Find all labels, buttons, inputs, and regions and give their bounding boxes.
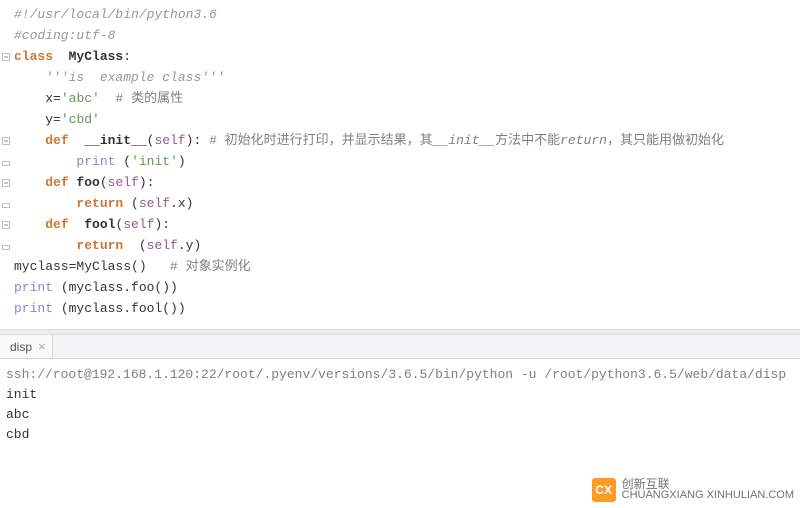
comment-instantiate: # 对象实例化 [147, 259, 251, 274]
method-fool: fool [69, 217, 116, 232]
fold-icon[interactable] [0, 221, 12, 229]
keyword-def: def [45, 133, 68, 148]
watermark-en: CHUANGXIANG XINHULIAN.COM [622, 490, 794, 501]
ssh-line: ssh://root@192.168.1.120:22/root/.pyenv/… [6, 365, 794, 385]
fold-icon[interactable] [0, 137, 12, 145]
keyword-class: class [14, 49, 53, 64]
tab-disp[interactable]: disp × [0, 335, 53, 358]
output-line: cbd [6, 425, 794, 445]
watermark-zh: 创新互联 [622, 479, 794, 490]
end-icon [0, 200, 12, 208]
end-icon [0, 158, 12, 166]
close-icon[interactable]: × [38, 339, 46, 354]
comment-class-attr: # 类的属性 [100, 91, 183, 106]
console-output: ssh://root@192.168.1.120:22/root/.pyenv/… [0, 359, 800, 451]
output-line: abc [6, 405, 794, 425]
method-init: __init__ [69, 133, 147, 148]
coding-comment: #coding:utf-8 [14, 28, 115, 43]
class-name: MyClass [53, 49, 123, 64]
fold-icon[interactable] [0, 179, 12, 187]
watermark-icon: CX [592, 478, 616, 502]
console-tabbar: disp × [0, 335, 800, 359]
comment-init: # 初始化时进行打印，并显示结果，其 [201, 133, 432, 148]
tab-label: disp [10, 340, 32, 354]
shebang: #!/usr/local/bin/python3.6 [14, 7, 217, 22]
output-line: init [6, 385, 794, 405]
method-foo: foo [69, 175, 100, 190]
code-editor: #!/usr/local/bin/python3.6 #coding:utf-8… [0, 0, 800, 329]
end-icon [0, 242, 12, 250]
fold-icon[interactable] [0, 53, 12, 61]
watermark: CX 创新互联 CHUANGXIANG XINHULIAN.COM [592, 478, 794, 502]
docstring: '''is example class''' [45, 70, 224, 85]
